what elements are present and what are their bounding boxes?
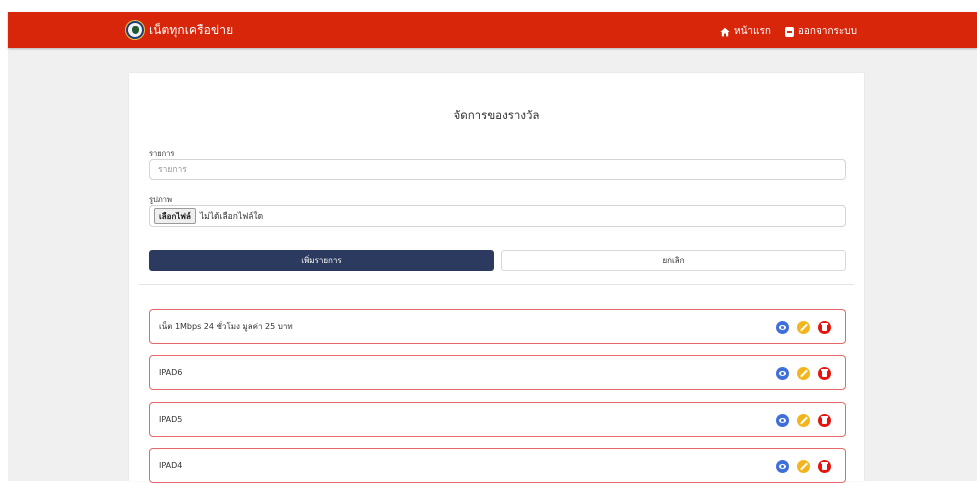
image-file-input[interactable]: เลือกไฟล์ ไม่ได้เลือกไฟล์ใด: [149, 205, 846, 227]
list-item: เน็ต 1Mbps 24 ชั่วโมง มูลค่า 25 บาท: [149, 309, 846, 344]
nav-logout-link[interactable]: ออกจากระบบ: [784, 24, 857, 39]
nav-links: หน้าแรก ออกจากระบบ: [720, 24, 857, 39]
logout-icon: [784, 26, 794, 37]
trash-icon[interactable]: [818, 414, 831, 427]
list-item: IPAD6: [149, 355, 846, 390]
brand-title: เน็ตทุกเครือข่าย: [149, 22, 234, 37]
pencil-icon[interactable]: [797, 414, 810, 427]
item-name: IPAD5: [159, 415, 183, 424]
pencil-icon[interactable]: [797, 460, 810, 473]
pencil-icon[interactable]: [797, 367, 810, 380]
file-status-text: ไม่ได้เลือกไฟล์ใด: [199, 212, 264, 222]
eye-icon[interactable]: [776, 414, 789, 427]
eye-icon[interactable]: [776, 321, 789, 334]
navbar: เน็ตทุกเครือข่าย หน้าแรก ออกจากระบบ: [8, 12, 977, 48]
trash-icon[interactable]: [818, 367, 831, 380]
eye-icon[interactable]: [776, 460, 789, 473]
cancel-button[interactable]: ยกเลิก: [501, 250, 846, 271]
item-actions: [776, 460, 831, 473]
nav-home-link[interactable]: หน้าแรก: [720, 24, 771, 39]
list-item: IPAD4: [149, 448, 846, 483]
trash-icon[interactable]: [818, 321, 831, 334]
home-icon: [720, 27, 730, 36]
item-name: IPAD6: [159, 368, 183, 377]
item-name: เน็ต 1Mbps 24 ชั่วโมง มูลค่า 25 บาท: [159, 322, 293, 331]
logo-icon: [125, 20, 145, 40]
nav-home-label: หน้าแรก: [734, 26, 771, 37]
item-name: IPAD4: [159, 461, 183, 470]
trash-icon[interactable]: [818, 460, 831, 473]
item-actions: [776, 367, 831, 380]
brand[interactable]: เน็ตทุกเครือข่าย: [125, 20, 233, 40]
nav-logout-label: ออกจากระบบ: [797, 26, 857, 37]
item-actions: [776, 414, 831, 427]
item-actions: [776, 321, 831, 334]
item-input[interactable]: [149, 159, 846, 180]
page-title: จัดการของรางวัล: [453, 108, 540, 122]
add-item-button[interactable]: เพิ่มรายการ: [149, 250, 494, 271]
pencil-icon[interactable]: [797, 321, 810, 334]
reward-form-card: จัดการของรางวัล รายการ รูปภาพ เลือกไฟล์ …: [129, 73, 864, 483]
divider: [139, 284, 854, 285]
choose-file-button[interactable]: เลือกไฟล์: [154, 208, 196, 224]
eye-icon[interactable]: [776, 367, 789, 380]
list-item: IPAD5: [149, 402, 846, 437]
